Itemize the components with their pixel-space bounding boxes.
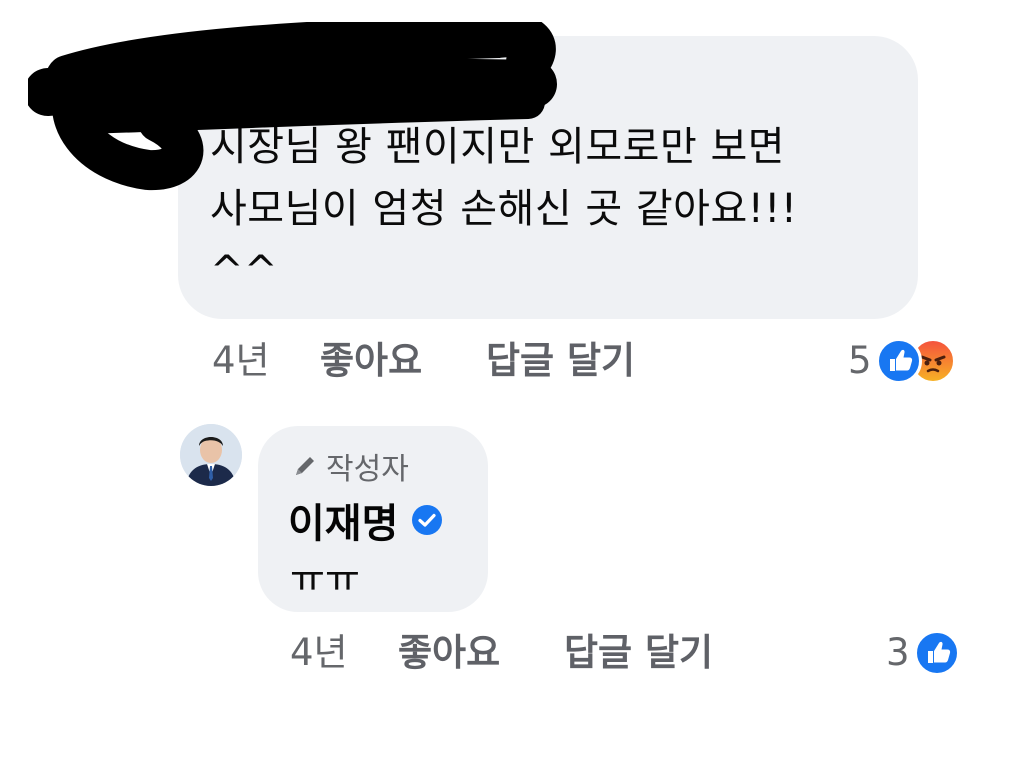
like-icon (913, 630, 960, 676)
comment-thread: 시장님 왕 팬이지만 외모로만 보면 사모님이 엄청 손해신 곳 같아요!!! … (0, 0, 1024, 778)
reply-link[interactable]: 답글 달기 (486, 336, 635, 386)
comment-text-line: ^^ (210, 248, 279, 294)
redaction-scribble (28, 22, 557, 191)
like-link[interactable]: 좋아요 (398, 628, 500, 678)
person-avatar-icon (180, 424, 242, 486)
author-badge-label: 작성자 (326, 452, 409, 487)
reply-meta-row: 4년 좋아요 답글 달기 3 (0, 628, 1024, 678)
author-name[interactable]: 이재명 (288, 492, 444, 548)
reply-text: ㅠㅠ (290, 557, 360, 601)
reply-link[interactable]: 답글 달기 (564, 628, 713, 678)
author-name-label: 이재명 (288, 501, 399, 547)
author-badge: 작성자 (290, 446, 409, 487)
reaction-count: 5 (848, 339, 872, 382)
avatar[interactable] (180, 424, 242, 486)
like-link[interactable]: 좋아요 (320, 336, 422, 386)
comment-timestamp: 4년 (212, 339, 270, 382)
verified-badge-icon (412, 505, 443, 535)
reaction-count: 3 (886, 631, 910, 674)
like-icon (875, 338, 922, 384)
reaction-summary[interactable]: 5 (848, 336, 956, 386)
reply-timestamp: 4년 (290, 631, 348, 674)
pencil-icon (296, 457, 314, 475)
comment-meta-row: 4년 좋아요 답글 달기 5 (0, 336, 1024, 386)
reaction-summary[interactable]: 3 (886, 628, 960, 678)
